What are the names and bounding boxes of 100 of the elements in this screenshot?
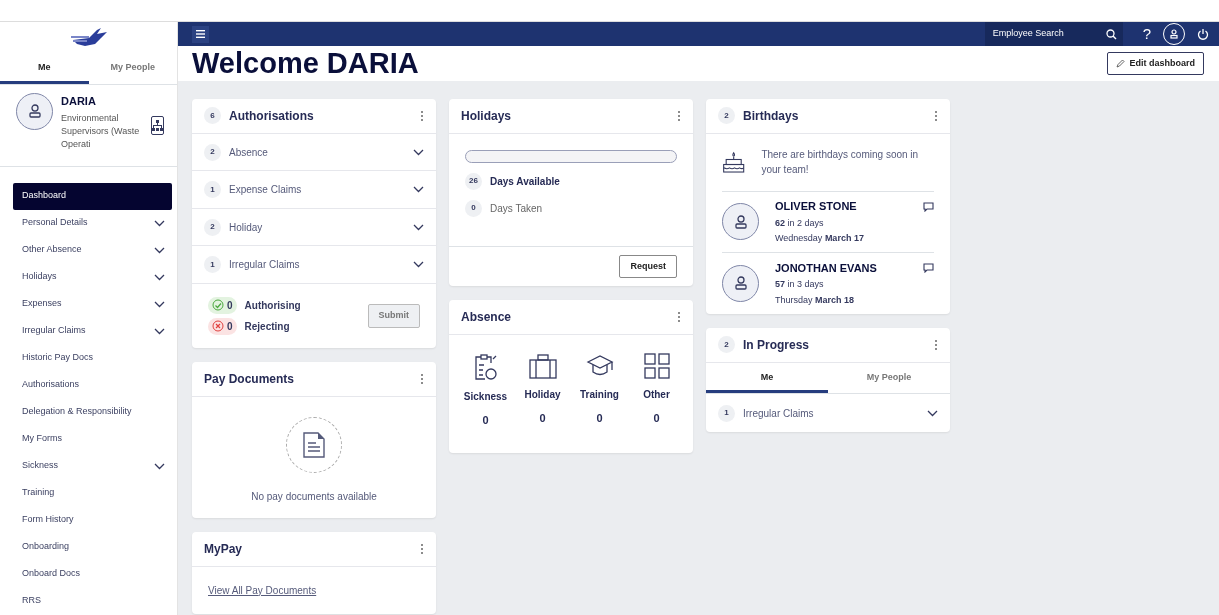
employee-search-input[interactable]: Employee Search (990, 26, 1091, 42)
chevron-down-icon[interactable] (413, 148, 424, 156)
avatar-icon (722, 203, 759, 241)
sidebar-item[interactable]: Form History (0, 506, 177, 534)
accordion-row[interactable]: 2 Absence (192, 133, 436, 172)
tally-label: Authorising (244, 298, 301, 313)
category-count: 0 (596, 411, 603, 427)
message-icon[interactable] (923, 201, 934, 212)
row-label: Expense Claims (229, 183, 303, 198)
more-options-icon[interactable] (677, 311, 681, 324)
sidebar-item[interactable]: Dashboard (13, 182, 172, 210)
chevron-down-icon[interactable] (927, 409, 938, 417)
chevron-down-icon[interactable] (413, 223, 424, 231)
clipboard-apple-icon (472, 353, 499, 382)
birthday-date: Wednesday March 17 (775, 232, 865, 246)
row-label: Holiday (229, 220, 264, 235)
sidebar-item[interactable]: Delegation & Responsibility (0, 398, 177, 426)
chevron-down-icon[interactable] (413, 186, 424, 194)
category-count: 0 (482, 413, 489, 429)
job-title: Environmental Supervisors (Waste Operati (61, 112, 141, 152)
category-count: 0 (539, 411, 546, 427)
welcome-heading: Welcome DARIA (192, 46, 419, 81)
tally-label: Rejecting (244, 319, 290, 334)
sidebar-item[interactable]: Sickness (0, 452, 177, 480)
count-badge: 2 (204, 143, 221, 161)
employee-search-field[interactable]: Employee Search (984, 22, 1123, 46)
category-label: Sickness (463, 390, 508, 405)
count-badge: 0 (465, 199, 482, 217)
tab[interactable]: Me (0, 56, 89, 84)
chevron-down-icon[interactable] (154, 327, 165, 335)
chevron-down-icon[interactable] (413, 261, 424, 269)
days-label: Days Available (490, 174, 560, 189)
more-options-icon[interactable] (934, 338, 938, 351)
sidebar-item[interactable]: Onboarding (0, 533, 177, 561)
birthday-date: Thursday March 18 (775, 293, 856, 307)
power-icon[interactable] (1197, 28, 1209, 40)
menu-button[interactable] (192, 25, 209, 43)
chevron-down-icon[interactable] (154, 462, 165, 470)
chevron-down-icon[interactable] (154, 246, 165, 254)
count-badge: 6 (204, 107, 221, 125)
sidebar-item[interactable]: Training (0, 479, 177, 507)
request-button[interactable]: Request (619, 254, 677, 279)
tab[interactable]: My People (88, 56, 177, 84)
sidebar-item[interactable]: Holidays (0, 263, 177, 291)
card-title: Pay Documents (204, 370, 296, 388)
sidebar-item[interactable]: Authorisations (0, 371, 177, 399)
more-options-icon[interactable] (934, 109, 938, 122)
count-badge: 2 (718, 107, 735, 125)
grid-icon (643, 353, 670, 380)
message-icon[interactable] (923, 262, 934, 273)
sidebar-item[interactable]: RRS (0, 587, 177, 615)
more-options-icon[interactable] (420, 109, 424, 122)
cake-icon (722, 149, 746, 176)
sidebar-item[interactable]: Onboard Docs (0, 560, 177, 588)
cross-circle-icon (212, 320, 224, 333)
sidebar-item[interactable]: Irregular Claims (0, 317, 177, 345)
chevron-down-icon[interactable] (154, 300, 165, 308)
edit-dashboard-button[interactable]: Edit dashboard (1107, 51, 1204, 76)
count-badge: 1 (204, 181, 221, 199)
count-badge: 1 (204, 256, 221, 274)
row-label: Irregular Claims (743, 406, 815, 421)
person-name: OLIVER STONE (775, 199, 858, 215)
chevron-down-icon[interactable] (154, 219, 165, 227)
tab[interactable]: Me (706, 362, 828, 394)
check-circle-icon (212, 299, 224, 312)
card-title: Holidays (461, 107, 512, 125)
tab[interactable]: My People (828, 362, 950, 394)
avatar-icon (722, 264, 759, 302)
view-pay-documents-link[interactable]: View All Pay Documents (208, 584, 317, 596)
suitcase-icon (528, 353, 557, 380)
accordion-row[interactable]: 1 Irregular Claims (706, 394, 950, 432)
card-title: Birthdays (743, 107, 800, 125)
category-label: Holiday (524, 388, 561, 403)
menu-icon[interactable] (196, 30, 205, 38)
accordion-row[interactable]: 2 Holiday (192, 208, 436, 247)
card-title: Authorisations (229, 107, 315, 125)
more-options-icon[interactable] (677, 109, 681, 122)
avatar-icon (16, 92, 53, 130)
help-button[interactable]: ? (1142, 22, 1151, 46)
accordion-row[interactable]: 1 Expense Claims (192, 171, 436, 209)
search-icon[interactable] (1105, 28, 1117, 40)
card-title: Absence (461, 309, 513, 327)
org-chart-button[interactable] (151, 115, 164, 135)
chevron-down-icon[interactable] (154, 273, 165, 281)
empty-message: No pay documents available (251, 489, 377, 504)
sidebar-item[interactable]: Personal Details (0, 209, 177, 237)
more-options-icon[interactable] (420, 542, 424, 555)
sidebar-item[interactable]: Expenses (0, 290, 177, 318)
sidebar-item[interactable]: My Forms (0, 425, 177, 453)
person-name: JONOTHAN EVANS (775, 260, 878, 276)
card-title: MyPay (204, 540, 244, 558)
more-options-icon[interactable] (420, 372, 424, 385)
birthday-message: There are birthdays coming soon in your team! (761, 148, 920, 178)
sidebar-item[interactable]: Historic Pay Docs (0, 344, 177, 372)
count-badge: 2 (718, 336, 735, 354)
days-label: Days Taken (490, 201, 543, 216)
row-label: Absence (229, 145, 269, 160)
pencil-icon[interactable] (1116, 58, 1126, 68)
sidebar-item[interactable]: Other Absence (0, 236, 177, 264)
accordion-row[interactable]: 1 Irregular Claims (192, 246, 436, 284)
